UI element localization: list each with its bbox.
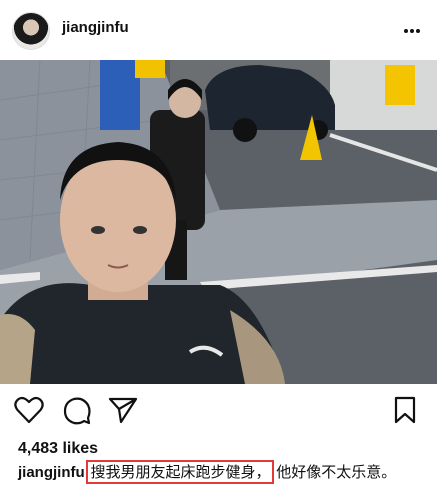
heart-icon[interactable] xyxy=(14,396,44,424)
post-caption: jiangjinfu 搜我男朋友起床跑步健身， 他好像不太乐意。 xyxy=(18,460,418,484)
action-bar xyxy=(0,392,437,432)
bookmark-icon[interactable] xyxy=(393,396,417,424)
post-header: jiangjinfu xyxy=(0,0,437,60)
caption-username[interactable]: jiangjinfu xyxy=(18,464,85,481)
more-options-icon[interactable] xyxy=(403,18,425,38)
send-icon[interactable] xyxy=(108,396,138,424)
caption-text: 他好像不太乐意。 xyxy=(276,463,397,481)
like-count[interactable]: 4,483 likes xyxy=(18,440,98,458)
post-username[interactable]: jiangjinfu xyxy=(62,19,129,36)
caption-highlighted-text: 搜我男朋友起床跑步健身， xyxy=(86,460,275,484)
post-photo[interactable] xyxy=(0,60,437,384)
comment-icon[interactable] xyxy=(62,396,92,426)
avatar[interactable] xyxy=(12,12,50,50)
street-selfie-image xyxy=(0,60,437,384)
